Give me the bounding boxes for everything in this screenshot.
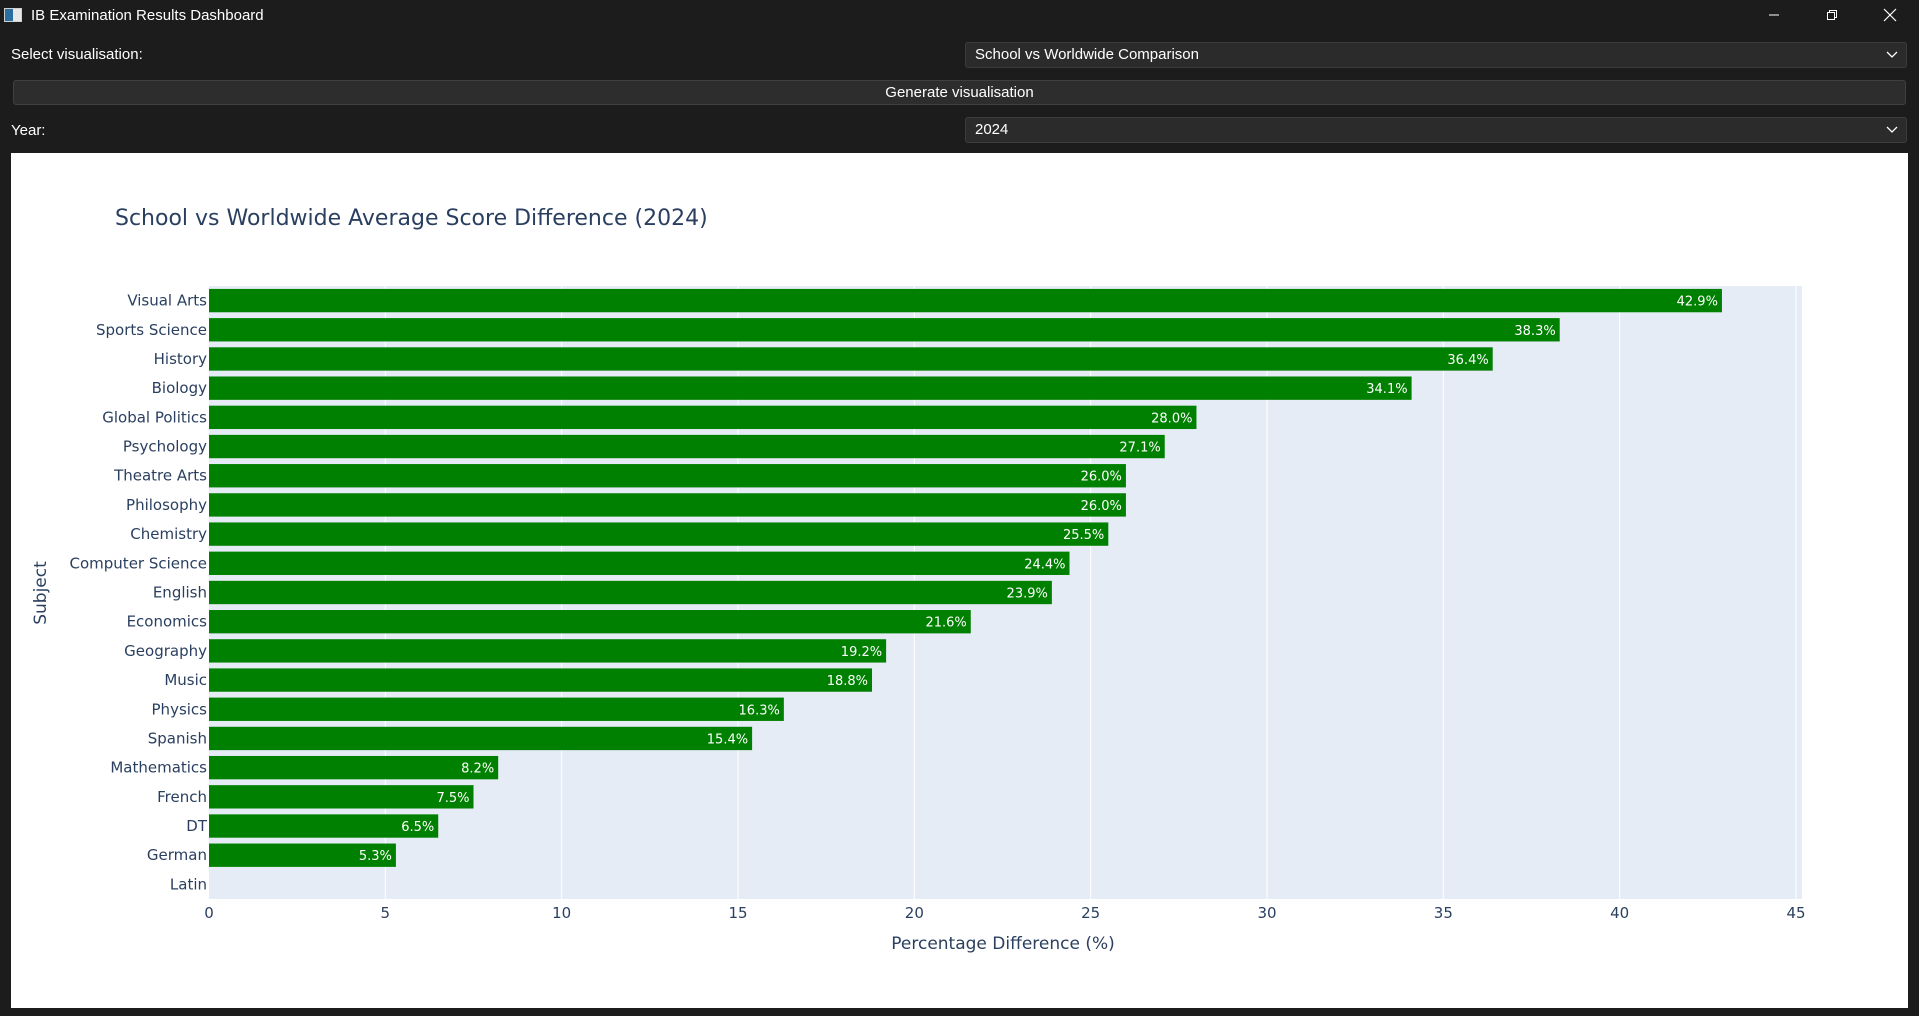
x-tick-label: 10 bbox=[552, 904, 571, 922]
minimize-icon bbox=[1769, 14, 1779, 16]
bar bbox=[209, 610, 971, 634]
y-tick-label: German bbox=[147, 846, 207, 864]
y-tick-label: Computer Science bbox=[70, 554, 207, 572]
x-axis-title: Percentage Difference (%) bbox=[891, 934, 1115, 954]
y-tick-label: Global Politics bbox=[102, 408, 207, 426]
y-tick-label: Latin bbox=[170, 875, 207, 893]
y-axis-title: Subject bbox=[31, 561, 51, 625]
bar bbox=[209, 405, 1197, 430]
generate-visualisation-button[interactable]: Generate visualisation bbox=[13, 80, 1906, 105]
bar bbox=[209, 785, 474, 809]
x-tick-label: 35 bbox=[1434, 904, 1453, 922]
y-tick-label: Chemistry bbox=[130, 525, 207, 543]
bar bbox=[209, 376, 1412, 400]
y-tick-label: History bbox=[154, 350, 207, 368]
close-icon bbox=[1883, 8, 1897, 22]
y-tick-label: DT bbox=[186, 817, 208, 835]
restore-button[interactable] bbox=[1803, 0, 1861, 30]
bar-data-label: 16.3% bbox=[739, 703, 780, 718]
y-tick-label: French bbox=[157, 788, 207, 806]
bar-data-label: 26.0% bbox=[1081, 499, 1122, 514]
x-tick-label: 0 bbox=[204, 904, 214, 922]
x-tick-label: 30 bbox=[1257, 904, 1276, 922]
bar-data-label: 7.5% bbox=[436, 791, 469, 806]
visualisation-label: Select visualisation: bbox=[11, 46, 143, 63]
year-select-value: 2024 bbox=[975, 121, 1009, 138]
x-tick-label: 25 bbox=[1081, 904, 1100, 922]
bar-data-label: 25.5% bbox=[1063, 528, 1104, 543]
bar bbox=[209, 288, 1722, 313]
bar bbox=[209, 726, 753, 751]
bar-data-label: 34.1% bbox=[1366, 382, 1407, 397]
year-label: Year: bbox=[11, 122, 46, 139]
bar-data-label: 18.8% bbox=[827, 674, 868, 689]
bar-data-label: 24.4% bbox=[1024, 557, 1065, 572]
bar bbox=[209, 493, 1126, 517]
y-tick-label: Biology bbox=[152, 379, 208, 397]
chevron-down-icon bbox=[1886, 43, 1898, 67]
y-tick-label: Philosophy bbox=[126, 496, 207, 514]
y-tick-label: Geography bbox=[124, 642, 207, 660]
bar bbox=[209, 522, 1109, 546]
y-tick-labels: Visual Arts Sports Science History Biology G… bbox=[70, 292, 208, 894]
y-tick-label: Music bbox=[164, 671, 207, 689]
bar bbox=[209, 318, 1560, 342]
bar bbox=[209, 434, 1165, 459]
bar-data-label: 42.9% bbox=[1677, 295, 1718, 310]
y-tick-label: Mathematics bbox=[110, 759, 207, 777]
bar-data-label: 27.1% bbox=[1119, 441, 1160, 456]
minimize-button[interactable] bbox=[1745, 0, 1803, 30]
y-tick-label: Sports Science bbox=[96, 321, 207, 339]
chevron-down-icon bbox=[1886, 118, 1898, 142]
bar bbox=[209, 580, 1052, 605]
visualisation-select[interactable]: School vs Worldwide Comparison bbox=[965, 42, 1907, 68]
bar-data-label: 8.2% bbox=[461, 762, 494, 777]
x-tick-label: 15 bbox=[728, 904, 747, 922]
chart-container: 42.9% 38.3% 36.4% 34.1% 28.0% 27.1% 26.0% 26.0%… bbox=[11, 153, 1908, 1008]
x-tick-label: 40 bbox=[1610, 904, 1629, 922]
restore-icon bbox=[1827, 10, 1837, 20]
bar bbox=[209, 639, 887, 663]
bar bbox=[209, 755, 499, 780]
chart-title: School vs Worldwide Average Score Differ… bbox=[115, 206, 708, 231]
y-tick-label: English bbox=[153, 584, 207, 602]
y-tick-label: Physics bbox=[152, 700, 208, 718]
y-tick-label: Theatre Arts bbox=[113, 467, 207, 485]
bar bbox=[209, 347, 1493, 371]
x-tick-label: 45 bbox=[1786, 904, 1805, 922]
bar-data-label: 28.0% bbox=[1151, 411, 1192, 426]
year-select[interactable]: 2024 bbox=[965, 117, 1907, 143]
window-controls bbox=[1745, 0, 1919, 30]
bar-data-label: 19.2% bbox=[841, 645, 882, 660]
bar bbox=[209, 551, 1070, 575]
bar-data-label: 36.4% bbox=[1447, 353, 1488, 368]
bar-data-label: 15.4% bbox=[707, 732, 748, 747]
x-tick-label: 20 bbox=[905, 904, 924, 922]
bar-data-label: 38.3% bbox=[1514, 324, 1555, 339]
close-button[interactable] bbox=[1861, 0, 1919, 30]
visualisation-select-value: School vs Worldwide Comparison bbox=[975, 46, 1199, 63]
y-tick-label: Psychology bbox=[123, 438, 207, 456]
bar-data-label: 23.9% bbox=[1007, 587, 1048, 602]
y-tick-label: Visual Arts bbox=[127, 292, 207, 310]
bar-data-label: 26.0% bbox=[1081, 470, 1122, 485]
bar bbox=[209, 668, 873, 692]
y-tick-label: Spanish bbox=[148, 729, 207, 747]
bar bbox=[209, 464, 1126, 488]
bar bbox=[209, 697, 784, 721]
x-tick-label: 5 bbox=[381, 904, 391, 922]
window-title: IB Examination Results Dashboard bbox=[31, 6, 264, 24]
y-tick-label: Economics bbox=[127, 613, 208, 631]
bar-data-label: 6.5% bbox=[401, 820, 434, 835]
app-window-icon bbox=[4, 8, 22, 22]
bar-data-label: 21.6% bbox=[925, 616, 966, 631]
bar-chart: 42.9% 38.3% 36.4% 34.1% 28.0% 27.1% 26.0% 26.0%… bbox=[31, 206, 1806, 954]
title-bar: IB Examination Results Dashboard bbox=[0, 0, 1919, 30]
x-tick-labels: 0 5 10 15 20 25 30 35 40 45 bbox=[204, 904, 1805, 922]
bar-data-label: 5.3% bbox=[359, 849, 392, 864]
